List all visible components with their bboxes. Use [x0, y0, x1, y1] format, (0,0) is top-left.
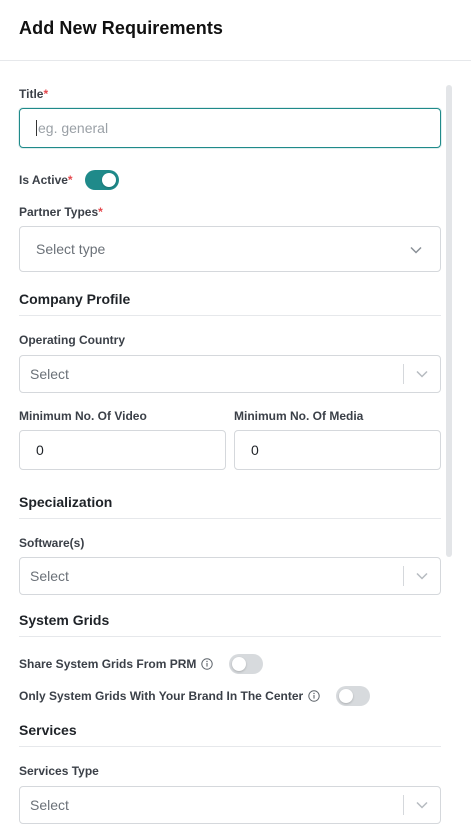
- toggle-knob: [101, 173, 116, 187]
- form: Title* eg. general Is Active* Partner Ty…: [0, 61, 452, 824]
- operating-country-label-row: Operating Country: [19, 333, 422, 355]
- chevron-down-icon: [404, 572, 440, 580]
- text-caret: [36, 120, 37, 136]
- brand-in-center-toggle[interactable]: [336, 686, 371, 706]
- required-mark: *: [67, 173, 73, 187]
- section-specialization: Specialization: [19, 494, 441, 519]
- is-active-label: Is Active*: [19, 173, 73, 187]
- partner-types-label: Partner Types*: [19, 205, 103, 219]
- share-from-prm-row: Share System Grids From PRM: [19, 654, 422, 674]
- scrollbar[interactable]: [446, 85, 452, 557]
- min-media-input[interactable]: 0: [234, 430, 441, 470]
- title-input[interactable]: eg. general: [19, 108, 441, 148]
- services-type-value: Select: [30, 797, 69, 813]
- section-system-grids: System Grids: [19, 612, 441, 637]
- operating-country-select[interactable]: Select: [19, 355, 441, 393]
- is-active-row: Is Active*: [19, 169, 422, 191]
- min-video-input[interactable]: 0: [19, 430, 226, 470]
- section-company-profile: Company Profile: [19, 291, 441, 316]
- operating-country-label: Operating Country: [19, 333, 126, 347]
- page-title: Add New Requirements: [19, 18, 224, 38]
- toggle-knob: [232, 657, 247, 671]
- section-services: Services: [19, 722, 441, 747]
- min-video-field: Minimum No. Of Video 0: [19, 409, 226, 470]
- software-label-row: Software(s): [19, 536, 422, 557]
- operating-country-value: Select: [30, 366, 69, 382]
- info-icon[interactable]: [308, 690, 320, 702]
- title-label: Title*: [19, 87, 49, 101]
- software-label: Software(s): [19, 536, 85, 550]
- partner-types-select[interactable]: Select type: [19, 226, 441, 272]
- software-value: Select: [30, 568, 69, 584]
- panel-header: Add New Requirements: [0, 0, 471, 61]
- min-media-label: Minimum No. Of Media: [234, 409, 364, 423]
- minimums-row: Minimum No. Of Video 0 Minimum No. Of Me…: [19, 409, 441, 470]
- chevron-down-icon: [404, 801, 440, 809]
- services-type-select[interactable]: Select: [19, 786, 441, 824]
- partner-types-value: Select type: [36, 241, 106, 257]
- form-scroll-area[interactable]: Title* eg. general Is Active* Partner Ty…: [0, 61, 471, 840]
- title-label-row: Title*: [19, 87, 422, 108]
- toggle-knob: [339, 689, 354, 703]
- required-mark: *: [98, 205, 103, 219]
- share-from-prm-label: Share System Grids From PRM: [19, 657, 197, 671]
- brand-in-center-label: Only System Grids With Your Brand In The…: [19, 689, 304, 703]
- software-select[interactable]: Select: [19, 557, 441, 595]
- chevron-down-icon: [410, 241, 422, 257]
- min-video-label: Minimum No. Of Video: [19, 409, 147, 423]
- brand-in-center-row: Only System Grids With Your Brand In The…: [19, 686, 422, 706]
- title-placeholder: eg. general: [38, 120, 109, 136]
- partner-types-label-row: Partner Types*: [19, 205, 422, 226]
- services-type-label-row: Services Type: [19, 764, 422, 786]
- services-type-label: Services Type: [19, 764, 99, 778]
- share-from-prm-toggle[interactable]: [229, 654, 264, 674]
- info-icon[interactable]: [201, 658, 214, 670]
- is-active-toggle[interactable]: [84, 170, 119, 190]
- min-media-field: Minimum No. Of Media 0: [234, 409, 441, 470]
- required-mark: *: [43, 87, 49, 101]
- chevron-down-icon: [404, 370, 440, 378]
